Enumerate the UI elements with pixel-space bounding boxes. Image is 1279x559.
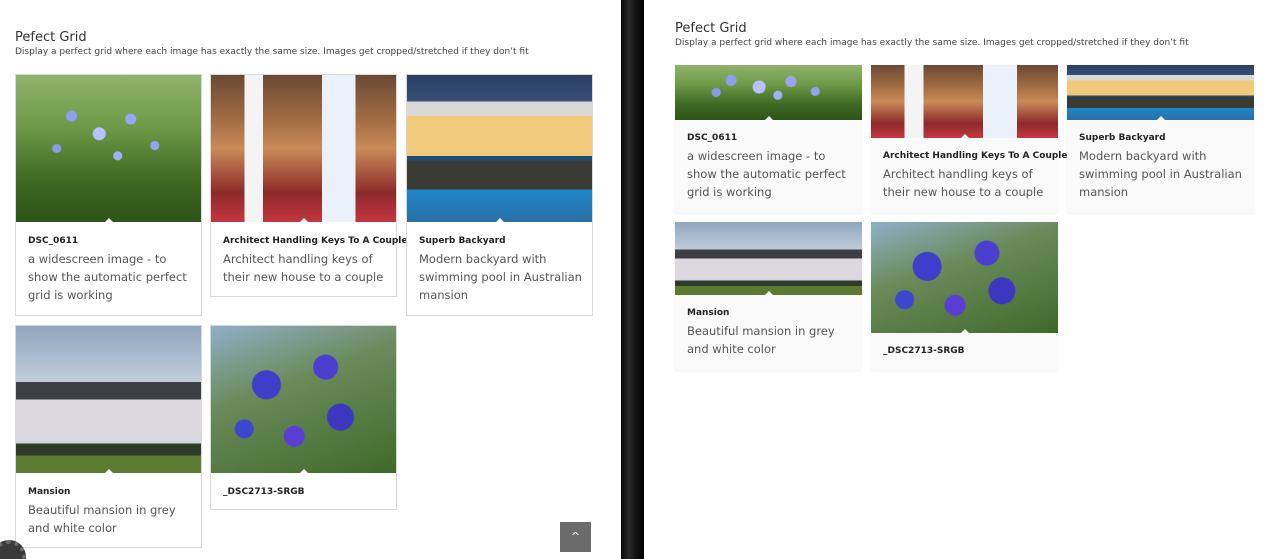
caption-pointer (763, 291, 774, 295)
gallery-item-description: Beautiful mansion in grey and white colo… (28, 503, 176, 535)
gallery-item[interactable]: _DSC2713-SRGB (210, 325, 397, 510)
caption-pointer (103, 218, 114, 222)
gallery-item-description: Architect handling keys of their new hou… (223, 252, 384, 284)
gallery-item-description: Architect handling keys of their new hou… (883, 167, 1044, 199)
caption-pointer (494, 218, 505, 222)
caption-pointer (1155, 116, 1166, 120)
gallery-item-description: Modern backyard with swimming pool in Au… (419, 252, 582, 302)
right-gallery-panel: Pefect Grid Display a perfect grid where… (644, 0, 1279, 559)
page-title: Pefect Grid (675, 21, 747, 36)
gallery-item-title: _DSC2713-SRGB (883, 346, 965, 356)
panel-divider (621, 0, 644, 559)
gallery-image[interactable] (16, 326, 201, 473)
chevron-up-icon: ^ (570, 530, 581, 543)
gallery-item[interactable]: Architect Handling Keys To A Couple Arch… (871, 65, 1067, 213)
page-title: Pefect Grid (15, 30, 87, 45)
gallery-item[interactable]: Superb Backyard Modern backyard with swi… (406, 74, 593, 316)
gallery-item-title: Superb Backyard (419, 236, 506, 246)
caption-pointer (959, 329, 970, 333)
gallery-item-description: a widescreen image - to show the automat… (28, 252, 187, 302)
gallery-image[interactable] (16, 75, 201, 222)
gallery-item-title: Superb Backyard (1079, 133, 1166, 143)
caption-pointer (103, 469, 114, 473)
gallery-item-title: Architect Handling Keys To A Couple (223, 236, 408, 246)
gallery-item-title: Mansion (687, 308, 730, 318)
gallery-image[interactable] (871, 222, 1058, 333)
gallery-item-description: Modern backyard with swimming pool in Au… (1079, 149, 1242, 199)
gallery-item-title: Mansion (28, 487, 71, 497)
gallery-item[interactable]: DSC_0611 a widescreen image - to show th… (675, 65, 862, 213)
page-subtitle: Display a perfect grid where each image … (15, 47, 529, 57)
gallery-item[interactable]: _DSC2713-SRGB (871, 222, 1058, 370)
gallery-item[interactable]: Architect Handling Keys To A Couple Arch… (210, 74, 407, 297)
gallery-item-description: Beautiful mansion in grey and white colo… (687, 324, 835, 356)
gallery-item[interactable]: Superb Backyard Modern backyard with swi… (1067, 65, 1254, 213)
gallery-item[interactable]: Mansion Beautiful mansion in grey and wh… (15, 325, 202, 548)
gallery-item-description: a widescreen image - to show the automat… (687, 149, 846, 199)
gallery-item[interactable]: DSC_0611 a widescreen image - to show th… (15, 74, 202, 316)
gallery-item[interactable]: Mansion Beautiful mansion in grey and wh… (675, 222, 862, 370)
gallery-image[interactable] (211, 75, 396, 222)
gallery-item-title: _DSC2713-SRGB (223, 487, 305, 497)
gallery-item-title: Architect Handling Keys To A Couple (883, 151, 1068, 161)
caption-pointer (298, 218, 309, 222)
caption-pointer (298, 469, 309, 473)
gallery-image[interactable] (407, 75, 592, 222)
scroll-to-top-button[interactable]: ^ (560, 522, 591, 552)
page-subtitle: Display a perfect grid where each image … (675, 38, 1189, 48)
gallery-image[interactable] (1067, 65, 1254, 120)
gallery-image[interactable] (871, 65, 1058, 138)
gallery-image[interactable] (211, 326, 396, 473)
left-gallery-panel: Pefect Grid Display a perfect grid where… (0, 0, 621, 559)
gallery-item-title: DSC_0611 (687, 133, 738, 143)
gallery-item-title: DSC_0611 (28, 236, 79, 246)
gallery-image[interactable] (675, 222, 862, 295)
gallery-image[interactable] (675, 65, 862, 120)
caption-pointer (763, 116, 774, 120)
caption-pointer (959, 134, 970, 138)
